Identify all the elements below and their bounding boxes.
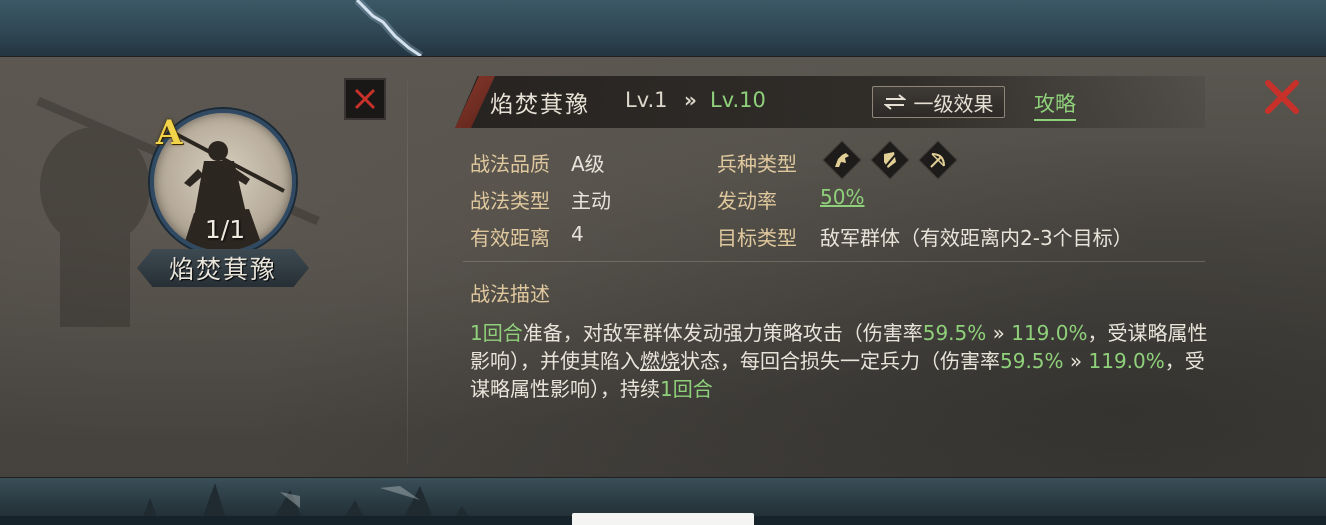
desc-part: 119.0% xyxy=(1011,321,1088,345)
tactic-count: 1/1 xyxy=(204,215,246,244)
tactic-detail-panel: A 1/1 焰焚萁豫 焰焚萁豫 Lv.1 » Lv.10 一级效果 攻略 战法品… xyxy=(0,56,1326,478)
name-plate: 焰焚萁豫 xyxy=(137,249,309,287)
desc-part: 状态，每回合损失一定兵力（伤害率 xyxy=(680,349,1000,373)
description-title: 战法描述 xyxy=(470,282,550,306)
level-from: Lv.1 xyxy=(625,88,668,112)
quality-value: A级 xyxy=(571,152,605,176)
desc-part: » xyxy=(986,321,1012,345)
desc-part: 1回合 xyxy=(470,321,523,345)
grade-badge: A xyxy=(156,113,183,153)
target-label: 目标类型 xyxy=(717,226,797,250)
background-sky xyxy=(0,0,1326,56)
type-label: 战法类型 xyxy=(470,189,550,213)
type-value: 主动 xyxy=(571,189,611,213)
desc-part: » xyxy=(1063,349,1089,373)
desc-part: 59.5% xyxy=(1000,349,1064,373)
shield-icon[interactable] xyxy=(870,140,910,180)
swap-arrows-icon xyxy=(883,94,906,110)
effect-button-label: 一级效果 xyxy=(913,91,994,116)
bottom-handle xyxy=(572,513,754,525)
bow-icon[interactable] xyxy=(918,140,958,180)
panel-divider xyxy=(407,79,408,465)
troop-type-label: 兵种类型 xyxy=(717,152,797,176)
range-label: 有效距离 xyxy=(470,226,550,250)
description-text: 1回合准备，对敌军群体发动强力策略攻击（伤害率59.5% » 119.0%，受谋… xyxy=(470,319,1210,403)
tactic-title: 焰焚萁豫 xyxy=(490,92,590,118)
desc-part: 1回合 xyxy=(660,377,713,401)
tactic-name-label: 焰焚萁豫 xyxy=(168,255,277,284)
desc-part: 59.5% xyxy=(922,321,987,345)
close-button-small[interactable] xyxy=(344,78,386,120)
level-to: Lv.10 xyxy=(710,88,766,112)
effect-level-button[interactable]: 一级效果 xyxy=(872,86,1005,118)
guide-link[interactable]: 攻略 xyxy=(1034,88,1076,121)
rate-value[interactable]: 50% xyxy=(820,185,864,209)
section-divider xyxy=(463,261,1205,262)
target-value: 敌军群体（有效距离内2-3个目标） xyxy=(820,226,1133,250)
desc-part: 119.0% xyxy=(1088,349,1165,373)
burn-status-link[interactable]: 燃烧 xyxy=(640,349,680,373)
rate-label: 发动率 xyxy=(717,189,777,213)
desc-part: 准备，对敌军群体发动强力策略攻击（伤害率 xyxy=(522,321,923,345)
cavalry-icon[interactable] xyxy=(822,140,862,180)
range-value: 4 xyxy=(571,222,584,246)
lightning-bolt xyxy=(355,0,424,56)
level-arrow: » xyxy=(684,88,697,112)
close-icon[interactable] xyxy=(1262,77,1302,117)
quality-label: 战法品质 xyxy=(470,152,550,176)
x-icon xyxy=(354,88,376,110)
